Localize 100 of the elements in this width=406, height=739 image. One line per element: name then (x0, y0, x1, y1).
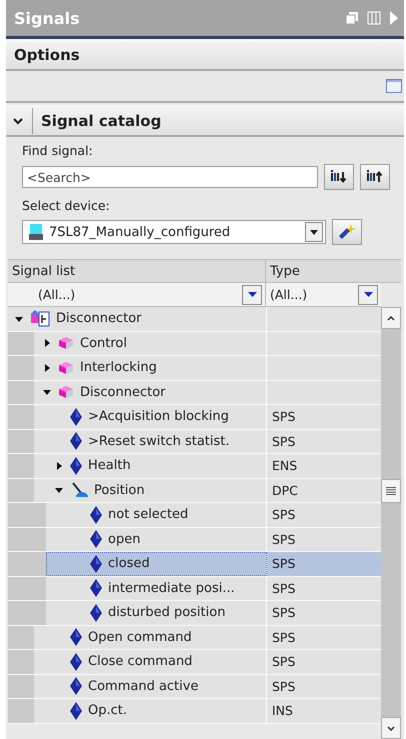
signal-name: Op.ct. (88, 703, 127, 718)
scroll-up-button[interactable] (381, 307, 401, 329)
find-signal-label: Find signal: (22, 143, 94, 158)
diamond-icon (90, 554, 102, 573)
tree-row[interactable]: disturbed position SPS (8, 601, 381, 626)
collapsed-arrow-icon[interactable] (42, 338, 52, 348)
signal-name: disturbed position (108, 605, 226, 620)
tree-row[interactable]: Disconnector (8, 380, 381, 405)
caret-icon (364, 292, 372, 297)
panel-title: Signals (14, 8, 80, 28)
collapsed-arrow-icon[interactable] (54, 460, 64, 471)
signal-type: SPS (272, 556, 296, 572)
select-device-label: Select device: (22, 198, 111, 213)
chevron-down-icon (387, 726, 395, 730)
tree-row[interactable]: not selected SPS (8, 503, 381, 528)
collapsed-arrow-icon[interactable] (42, 362, 52, 373)
signal-name: Interlocking (80, 360, 157, 376)
column-header[interactable]: Type (266, 259, 381, 283)
diamond-icon (70, 652, 82, 671)
sparkle-wand-icon (338, 223, 356, 241)
signal-name: Disconnector (56, 311, 142, 326)
signal-name: >Reset switch statist. (88, 434, 230, 449)
signal-name: Open command (88, 630, 192, 645)
diamond-icon (90, 506, 102, 524)
diamond-icon (70, 456, 82, 475)
chevron-icon[interactable] (12, 116, 24, 126)
signal-name: Command active (88, 678, 198, 694)
tree-row[interactable]: Control (8, 332, 381, 356)
tree-row[interactable]: >Acquisition blocking SPS (8, 405, 381, 430)
catalog-title: Signal catalog (41, 112, 162, 130)
signal-name: Close command (88, 654, 192, 670)
scroll-down-button[interactable] (381, 717, 401, 739)
catalog-header[interactable]: Signal catalog (6, 105, 404, 137)
tree-row[interactable]: >Reset switch statist. SPS (8, 430, 381, 454)
options-header[interactable]: Options (6, 39, 404, 71)
signal-name: Position (94, 482, 145, 498)
window-icon[interactable] (386, 79, 402, 93)
sort-up-icon (367, 170, 383, 184)
signal-type: ENS (272, 458, 298, 474)
tree-row[interactable]: closed SPS (8, 552, 381, 576)
cube-icon (58, 360, 74, 375)
filter-value: (All...) (269, 287, 308, 302)
tree-row[interactable]: Close command SPS (8, 650, 381, 674)
cube-icon (58, 336, 74, 350)
device-icon (29, 224, 43, 240)
diamond-icon (90, 530, 102, 548)
tree-row[interactable]: Position DPC (8, 478, 381, 503)
signal-name: Control (80, 336, 127, 351)
scroll-thumb[interactable] (381, 479, 401, 503)
expanded-arrow-icon[interactable] (42, 387, 52, 398)
switch-lever-icon (70, 481, 88, 500)
search-field[interactable]: <Search> (22, 166, 318, 188)
tree-row[interactable]: Op.ct. INS (8, 699, 381, 724)
signal-type: INS (272, 703, 293, 718)
grip-icon (386, 487, 396, 495)
scrollbar[interactable] (381, 307, 401, 739)
options-title: Options (14, 46, 80, 64)
signal-type: SPS (272, 580, 296, 596)
signal-name: Disconnector (80, 384, 166, 400)
chevron-up-icon (387, 316, 395, 320)
signal-name: >Acquisition blocking (88, 409, 229, 424)
tree-row[interactable]: open SPS (8, 528, 381, 552)
filter-dropdown-button[interactable] (358, 284, 378, 304)
signal-type: SPS (272, 532, 296, 547)
signal-type: SPS (272, 654, 296, 670)
tree-row[interactable]: Interlocking (8, 356, 381, 380)
signal-type: SPS (272, 630, 296, 645)
signal-name: Health (88, 458, 131, 474)
tree-row[interactable]: Health ENS (8, 454, 381, 478)
tree-row[interactable]: Disconnector (8, 307, 381, 332)
signal-type: DPC (272, 482, 298, 498)
tree-row[interactable]: intermediate posi... SPS (8, 576, 381, 601)
filter-dropdown-button[interactable] (242, 284, 262, 304)
signal-name: closed (108, 556, 150, 572)
caret-icon (248, 292, 256, 297)
sort-down-button[interactable] (324, 164, 354, 190)
signal-type: SPS (272, 605, 296, 620)
diamond-icon (90, 579, 102, 598)
diamond-icon (70, 432, 82, 450)
signal-name: intermediate posi... (108, 580, 235, 596)
caret-icon (310, 230, 318, 234)
expanded-arrow-icon[interactable] (54, 485, 64, 496)
column-header[interactable]: Signal list (8, 259, 266, 283)
tree-row[interactable]: Command active SPS (8, 674, 381, 699)
sort-up-button[interactable] (360, 164, 390, 190)
device-dropdown[interactable]: 7SL87_Manually_configured (22, 220, 326, 244)
signal-name: open (108, 532, 140, 547)
diamond-icon (90, 604, 102, 622)
signal-name: not selected (108, 507, 188, 522)
tree-row[interactable]: Open command SPS (8, 626, 381, 650)
diamond-icon (70, 677, 82, 696)
sort-down-icon (331, 170, 347, 184)
diamond-icon (70, 702, 82, 720)
cube-icon (58, 385, 74, 400)
filter-value: (All...) (37, 287, 76, 302)
new-device-button[interactable] (332, 219, 362, 245)
signal-type: SPS (272, 678, 296, 694)
diamond-icon (70, 628, 82, 646)
signal-type: SPS (272, 409, 296, 424)
diamond-icon (70, 408, 82, 426)
